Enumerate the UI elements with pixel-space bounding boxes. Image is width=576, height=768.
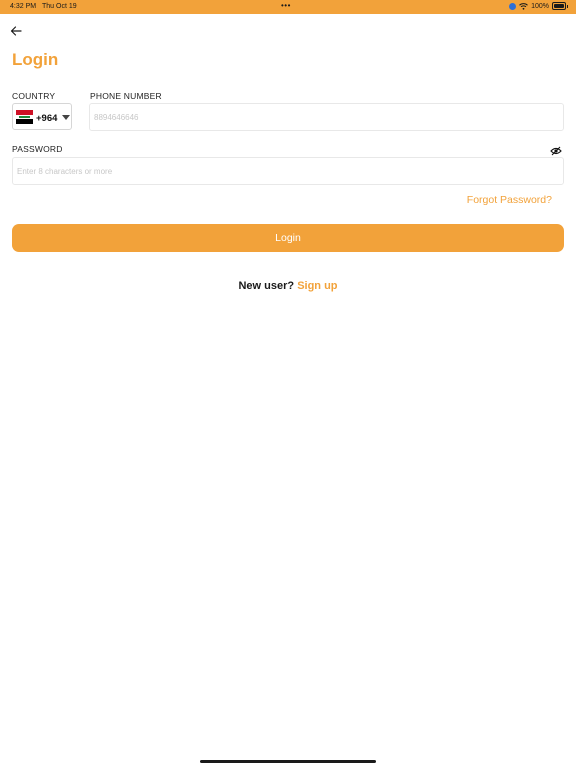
status-right-group: 100% — [509, 2, 568, 10]
password-input[interactable] — [12, 157, 564, 185]
signup-row: New user? Sign up — [0, 280, 576, 292]
location-icon — [509, 2, 517, 10]
forgot-password-link[interactable]: Forgot Password? — [467, 194, 552, 206]
password-label: PASSWORD — [12, 144, 63, 154]
iraq-flag-icon — [16, 110, 33, 124]
page-title: Login — [12, 50, 59, 69]
signup-link[interactable]: Sign up — [297, 280, 337, 292]
home-indicator[interactable] — [200, 760, 376, 763]
multitask-dots-icon[interactable]: ••• — [281, 1, 291, 10]
eye-off-icon[interactable] — [550, 143, 562, 156]
phone-number-input[interactable] — [89, 103, 564, 131]
country-label: COUNTRY — [12, 91, 56, 101]
login-screen: 4:32 PM Thu Oct 19 ••• 100% Login COUNTR… — [0, 0, 576, 768]
login-button[interactable]: Login — [12, 224, 564, 252]
phone-label: PHONE NUMBER — [90, 91, 162, 101]
battery-icon — [552, 2, 568, 10]
status-bar: 4:32 PM Thu Oct 19 ••• 100% — [0, 0, 576, 14]
dropdown-chevron-icon — [62, 115, 70, 120]
wifi-icon — [519, 2, 528, 10]
battery-percent: 100% — [531, 2, 549, 10]
new-user-text: New user? — [238, 280, 295, 292]
status-time: 4:32 PM — [10, 3, 37, 10]
status-date: Thu Oct 19 — [42, 3, 77, 10]
country-code-select[interactable]: +964 — [12, 103, 72, 130]
back-arrow-icon[interactable] — [9, 24, 23, 38]
country-dial-code: +964 — [36, 113, 58, 124]
